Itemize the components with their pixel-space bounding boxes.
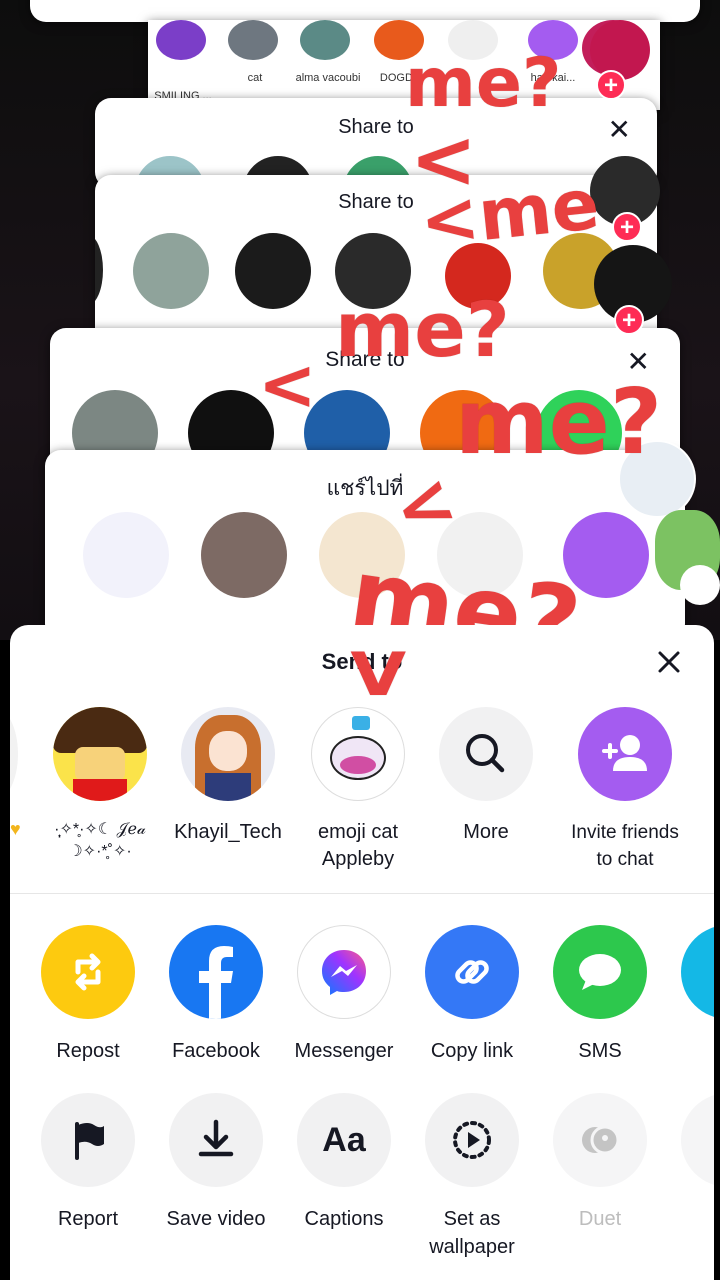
captions-button[interactable]: Aa Captions [281, 1093, 407, 1233]
card-title: Share to [338, 116, 414, 138]
duet-button[interactable]: Duet [537, 1093, 663, 1233]
scrawl-text: V [350, 640, 407, 710]
avatar [53, 707, 147, 801]
app-label: Repost [56, 1040, 120, 1062]
mini-avatar [133, 233, 209, 309]
set-wallpaper-button[interactable]: Set as wallpaper [409, 1093, 535, 1261]
app-label: Facebook [172, 1040, 260, 1062]
mini-avatar [83, 512, 169, 598]
close-icon: ✕ [607, 114, 631, 145]
scrawl-text: <me [416, 162, 603, 264]
email-button[interactable]: E [665, 925, 714, 1065]
mini-avatar [235, 233, 311, 309]
repost-icon [41, 925, 135, 1019]
scrawl-text: < [258, 344, 317, 426]
mini-label: cat [247, 72, 263, 84]
scrawl-text: me? [405, 44, 562, 123]
wallpaper-icon [425, 1093, 519, 1187]
contact-2[interactable]: Khayil_Tech [163, 707, 293, 846]
app-label: Duet [578, 1208, 622, 1230]
mini-avatar [201, 512, 287, 598]
mini-avatar [156, 20, 206, 60]
download-icon [169, 1093, 263, 1187]
scrawl-text: me? [455, 370, 663, 475]
app-label: E [665, 1037, 714, 1065]
heart-emoji-icon: ♥ [10, 819, 21, 839]
link-icon [425, 925, 519, 1019]
avatar [181, 707, 275, 801]
background-share-card-0: SMILING ... cat alma vacoubi DOGD... han… [148, 20, 660, 110]
messenger-icon [297, 925, 391, 1019]
duet-icon [553, 1093, 647, 1187]
contact-1[interactable]: ·̩͙✧*̥·✧☾ 𝒥ℯ𝒶 ☽✧·*̥˚✧· [35, 707, 165, 863]
captions-icon: Aa [297, 1093, 391, 1187]
contact-label: Khayil_Tech [174, 821, 282, 843]
video-background: SMILING ... cat alma vacoubi DOGD... han… [0, 0, 720, 640]
facebook-icon [169, 925, 263, 1019]
scrawl-text: me? [335, 285, 510, 374]
share-sheet: Send to ♥ ·̩͙✧*̥·✧☾ 𝒥ℯ𝒶 ☽✧·*̥˚✧· Khayil_… [10, 625, 714, 1280]
facebook-button[interactable]: Facebook [153, 925, 279, 1065]
more-icon [681, 1093, 714, 1187]
email-icon [681, 925, 714, 1019]
save-video-button[interactable]: Save video [153, 1093, 279, 1233]
repost-button[interactable]: Repost [25, 925, 151, 1065]
messenger-button[interactable]: Messenger [281, 925, 407, 1065]
more-options-button[interactable]: S [665, 1093, 714, 1233]
app-label: Report [57, 1208, 119, 1230]
captions-glyph: Aa [322, 1120, 366, 1159]
flag-icon [41, 1093, 135, 1187]
contact-label: More [463, 821, 509, 843]
app-label: S [665, 1205, 714, 1233]
follow-plus-icon[interactable]: + [596, 70, 626, 100]
contact-avatar-partial[interactable] [10, 707, 18, 801]
report-button[interactable]: Report [25, 1093, 151, 1233]
contact-label: emoji cat Appleby [317, 821, 399, 870]
contact-label: ·̩͙✧*̥·✧☾ 𝒥ℯ𝒶 ☽✧·*̥˚✧· [54, 821, 146, 860]
copy-link-button[interactable]: Copy link [409, 925, 535, 1065]
mini-avatar [300, 20, 350, 60]
contact-3[interactable]: emoji cat Appleby [293, 707, 423, 873]
mini-avatar [95, 235, 103, 305]
share-arrow-icon[interactable] [680, 565, 720, 605]
app-label: SMS [578, 1040, 622, 1062]
contact-label: Invite friends to chat [571, 822, 679, 870]
follow-plus-icon[interactable]: + [612, 212, 642, 242]
sms-icon [553, 925, 647, 1019]
close-icon[interactable] [654, 647, 684, 677]
search-icon [439, 707, 533, 801]
app-label: Copy link [430, 1040, 514, 1062]
app-label: Save video [166, 1208, 266, 1230]
add-friend-icon [578, 707, 672, 801]
avatar [311, 707, 405, 801]
follow-plus-icon[interactable]: + [614, 305, 644, 335]
mini-label: alma vacoubi [295, 72, 361, 84]
more-contacts-button[interactable]: More [421, 707, 551, 846]
invite-friends-button[interactable]: Invite friends to chat [560, 707, 690, 873]
app-label: Messenger [294, 1040, 394, 1062]
mini-avatar [228, 20, 278, 60]
card-title: แชร์ไปที่ [326, 477, 404, 500]
sms-button[interactable]: SMS [537, 925, 663, 1065]
divider [10, 893, 714, 894]
top-card-edge [30, 0, 700, 22]
app-label: Captions [304, 1208, 384, 1230]
app-label: Set as wallpaper [429, 1208, 515, 1258]
creator-avatar[interactable] [590, 20, 650, 80]
